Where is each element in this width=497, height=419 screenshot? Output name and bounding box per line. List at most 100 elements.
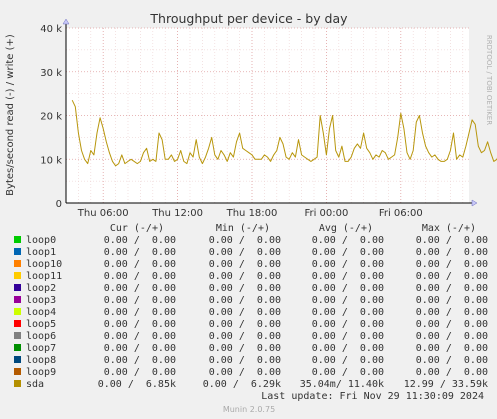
legend-min-value: 0.00 / 0.00	[209, 235, 281, 246]
legend-cur-value: 0.00 / 0.00	[104, 247, 176, 258]
legend-name: loop5	[26, 319, 56, 330]
legend-avg-value: 0.00 / 0.00	[312, 319, 384, 330]
legend-swatch	[14, 248, 21, 255]
legend-row: loop3 0.00 / 0.00 0.00 / 0.00 0.00 / 0.00 0.…	[14, 295, 488, 306]
x-axis-ticks: Thu 06:00 Thu 12:00 Thu 18:00 Fri 00:00 Fri …	[77, 208, 423, 219]
legend-cur-value: 0.00 / 0.00	[104, 331, 176, 342]
y-tick-label: 10 k	[40, 155, 62, 166]
legend-max-value: 0.00 / 0.00	[416, 271, 488, 282]
legend-cur-value: 0.00 / 0.00	[104, 295, 176, 306]
legend-name: loop0	[26, 235, 56, 246]
legend-max-value: 0.00 / 0.00	[416, 343, 488, 354]
legend-name: loop7	[26, 343, 56, 354]
legend-max-value: 0.00 / 0.00	[416, 295, 488, 306]
legend-max-value: 0.00 / 0.00	[416, 367, 488, 378]
legend-min-value: 0.00 / 0.00	[209, 283, 281, 294]
legend-min-value: 0.00 / 6.29k	[203, 379, 281, 390]
legend-avg-value: 0.00 / 0.00	[312, 355, 384, 366]
legend-max-value: 0.00 / 0.00	[416, 235, 488, 246]
legend-max-value: 0.00 / 0.00	[416, 307, 488, 318]
legend-max-value: 0.00 / 0.00	[416, 259, 488, 270]
legend-max-value: 12.99 / 33.59k	[404, 379, 488, 390]
legend-name: loop10	[26, 259, 62, 270]
legend-name: loop4	[26, 307, 56, 318]
legend-max-value: 0.00 / 0.00	[416, 331, 488, 342]
y-tick-label: 0	[56, 199, 62, 210]
legend-min-value: 0.00 / 0.00	[209, 307, 281, 318]
x-tick-label: Fri 00:00	[304, 208, 348, 219]
x-tick-label: Fri 06:00	[379, 208, 423, 219]
legend-name: loop1	[26, 247, 56, 258]
legend-min-value: 0.00 / 0.00	[209, 295, 281, 306]
legend-swatch	[14, 320, 21, 327]
legend-avg-value: 0.00 / 0.00	[312, 271, 384, 282]
legend-cur-value: 0.00 / 0.00	[104, 235, 176, 246]
legend-swatch	[14, 284, 21, 291]
y-tick-label: 40 k	[40, 24, 62, 35]
y-axis-arrow	[62, 18, 70, 25]
legend-avg-value: 0.00 / 0.00	[312, 283, 384, 294]
legend-swatch	[14, 296, 21, 303]
legend-row: loop4 0.00 / 0.00 0.00 / 0.00 0.00 / 0.00 0.…	[14, 307, 488, 318]
legend-row: loop9 0.00 / 0.00 0.00 / 0.00 0.00 / 0.00 0.…	[14, 367, 488, 378]
legend-max-value: 0.00 / 0.00	[416, 319, 488, 330]
legend-avg-value: 35.04m/ 11.40k	[300, 379, 384, 390]
x-tick-label: Thu 18:00	[226, 208, 278, 219]
y-tick-label: 20 k	[40, 112, 62, 123]
throughput-chart: Throughput per device - by day Bytes/sec…	[5, 11, 497, 414]
legend-row: loop5 0.00 / 0.00 0.00 / 0.00 0.00 / 0.00 0.…	[14, 319, 488, 330]
legend-avg-value: 0.00 / 0.00	[312, 343, 384, 354]
legend-name: loop8	[26, 355, 56, 366]
legend-avg-value: 0.00 / 0.00	[312, 295, 384, 306]
legend-min-value: 0.00 / 0.00	[209, 355, 281, 366]
legend-swatch	[14, 272, 21, 279]
chart-title: Throughput per device - by day	[149, 11, 348, 26]
legend-row: loop10 0.00 / 0.00 0.00 / 0.00 0.00 / 0.00 0…	[14, 259, 488, 270]
legend-swatch	[14, 236, 21, 243]
legend-swatch	[14, 344, 21, 351]
legend-header: Cur (-/+) Min (-/+) Avg (-/+) Max (-/+)	[110, 223, 476, 234]
legend-cur-value: 0.00 / 0.00	[104, 343, 176, 354]
legend-swatch	[14, 368, 21, 375]
legend-cur-value: 0.00 / 0.00	[104, 319, 176, 330]
legend-cur-value: 0.00 / 0.00	[104, 283, 176, 294]
x-tick-label: Thu 12:00	[151, 208, 203, 219]
legend-avg-value: 0.00 / 0.00	[312, 367, 384, 378]
legend-avg-value: 0.00 / 0.00	[312, 259, 384, 270]
legend-row: loop7 0.00 / 0.00 0.00 / 0.00 0.00 / 0.00 0.…	[14, 343, 488, 354]
legend-cur-value: 0.00 / 0.00	[104, 307, 176, 318]
legend-swatch	[14, 332, 21, 339]
legend-name: loop3	[26, 295, 56, 306]
column-avg: Avg (-/+)	[319, 223, 373, 234]
legend-max-value: 0.00 / 0.00	[416, 247, 488, 258]
legend-row: loop1 0.00 / 0.00 0.00 / 0.00 0.00 / 0.00 0.…	[14, 247, 488, 258]
legend-min-value: 0.00 / 0.00	[209, 247, 281, 258]
legend-max-value: 0.00 / 0.00	[416, 355, 488, 366]
column-cur: Cur (-/+)	[110, 223, 164, 234]
legend-row: loop6 0.00 / 0.00 0.00 / 0.00 0.00 / 0.00 0.…	[14, 331, 488, 342]
legend-avg-value: 0.00 / 0.00	[312, 247, 384, 258]
legend-cur-value: 0.00 / 0.00	[104, 271, 176, 282]
legend-min-value: 0.00 / 0.00	[209, 331, 281, 342]
legend-max-value: 0.00 / 0.00	[416, 283, 488, 294]
legend-avg-value: 0.00 / 0.00	[312, 331, 384, 342]
munin-version: Munin 2.0.75	[223, 405, 275, 414]
legend-name: sda	[26, 379, 44, 390]
column-min: Min (-/+)	[216, 223, 270, 234]
legend-cur-value: 0.00 / 0.00	[104, 355, 176, 366]
legend-min-value: 0.00 / 0.00	[209, 271, 281, 282]
legend-name: loop9	[26, 367, 56, 378]
legend-row: loop11 0.00 / 0.00 0.00 / 0.00 0.00 / 0.00 0…	[14, 271, 488, 282]
y-axis-label: Bytes/second read (-) / write (+)	[5, 34, 16, 196]
legend-swatch	[14, 380, 21, 387]
legend-min-value: 0.00 / 0.00	[209, 343, 281, 354]
x-tick-label: Thu 06:00	[77, 208, 129, 219]
rrdtool-credit: RRDTOOL / TOBI OETIKER	[485, 35, 493, 125]
legend-min-value: 0.00 / 0.00	[209, 259, 281, 270]
legend-row: loop2 0.00 / 0.00 0.00 / 0.00 0.00 / 0.00 0.…	[14, 283, 488, 294]
y-axis-ticks: 0 10 k 20 k 30 k 40 k	[40, 24, 62, 210]
legend-name: loop11	[26, 271, 62, 282]
last-update: Last update: Fri Nov 29 11:30:09 2024	[261, 391, 484, 402]
legend-avg-value: 0.00 / 0.00	[312, 235, 384, 246]
x-axis-arrow	[471, 199, 478, 207]
